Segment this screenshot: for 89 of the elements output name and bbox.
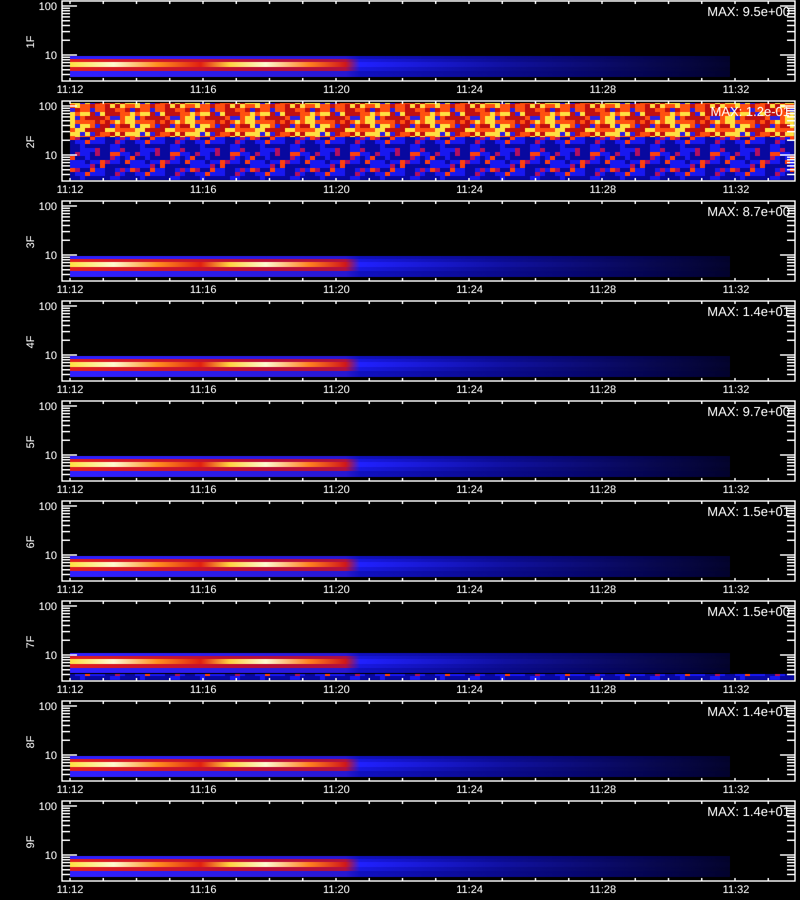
x-tick-label: 11:32 [722, 584, 750, 596]
y-tick-label: 100 [38, 301, 57, 313]
x-tick-label: 11:24 [456, 684, 483, 696]
x-tick-label: 11:16 [190, 784, 217, 796]
x-tick-label: 11:20 [323, 884, 350, 896]
x-tick-label: 11:12 [56, 84, 84, 96]
x-tick-label: 11:20 [323, 784, 350, 796]
channel-label: 5F [25, 436, 37, 448]
x-tick-label: 11:20 [323, 684, 350, 696]
x-tick-label: 11:12 [56, 384, 84, 396]
x-tick-label: 11:28 [589, 384, 616, 396]
y-tick-label: 10 [44, 250, 57, 262]
y-tick-label: 100 [38, 101, 57, 113]
y-tick-label: 100 [38, 701, 57, 713]
x-tick-label: 11:32 [722, 484, 750, 496]
x-tick-label: 11:28 [589, 784, 616, 796]
x-tick-label: 11:24 [456, 884, 483, 896]
x-tick-label: 11:12 [56, 484, 84, 496]
y-tick-label: 100 [38, 201, 57, 213]
x-tick-label: 11:28 [589, 584, 616, 596]
channel-label: 3F [25, 236, 37, 248]
x-tick-label: 11:28 [589, 484, 616, 496]
y-tick-label: 10 [44, 150, 57, 162]
channel-label: 7F [25, 636, 37, 648]
channel-label: 1F [25, 36, 37, 48]
x-tick-label: 11:16 [190, 284, 217, 296]
x-tick-label: 11:16 [190, 684, 217, 696]
x-tick-label: 11:28 [589, 184, 616, 196]
x-tick-label: 11:28 [589, 684, 616, 696]
x-tick-label: 11:32 [722, 884, 750, 896]
y-tick-label: 100 [38, 501, 57, 513]
x-tick-label: 11:28 [589, 84, 616, 96]
x-tick-label: 11:24 [456, 484, 483, 496]
x-tick-label: 11:20 [323, 184, 350, 196]
x-tick-label: 11:16 [190, 84, 217, 96]
max-value-label: MAX: 9.7e+00 [707, 404, 790, 419]
x-tick-label: 11:16 [190, 484, 217, 496]
x-tick-label: 11:12 [56, 284, 84, 296]
y-tick-label: 10 [44, 450, 57, 462]
x-tick-label: 11:24 [456, 584, 483, 596]
y-tick-label: 10 [44, 650, 57, 662]
x-tick-label: 11:24 [456, 384, 483, 396]
x-tick-label: 11:20 [323, 384, 350, 396]
y-tick-label: 10 [44, 50, 57, 62]
x-tick-label: 11:24 [456, 84, 483, 96]
max-value-label: MAX: 1.5e+00 [707, 604, 790, 619]
x-tick-label: 11:24 [456, 784, 483, 796]
max-value-label: MAX: 1.4e+01 [707, 304, 790, 319]
channel-label: 6F [25, 536, 37, 548]
max-value-label: MAX: 8.7e+00 [707, 204, 790, 219]
y-tick-label: 10 [44, 750, 57, 762]
x-tick-label: 11:20 [323, 484, 350, 496]
max-value-label: MAX: 1.5e+01 [707, 504, 790, 519]
y-tick-label: 10 [44, 550, 57, 562]
x-tick-label: 11:16 [190, 384, 217, 396]
x-tick-label: 11:20 [323, 84, 350, 96]
y-tick-label: 10 [44, 850, 57, 862]
x-tick-label: 11:16 [190, 584, 217, 596]
x-tick-label: 11:24 [456, 184, 483, 196]
x-tick-label: 11:32 [722, 84, 750, 96]
x-tick-label: 11:16 [190, 184, 217, 196]
channel-label: 2F [25, 136, 37, 148]
channel-label: 8F [25, 736, 37, 748]
x-tick-label: 11:32 [722, 784, 750, 796]
y-tick-label: 100 [38, 1, 57, 13]
y-tick-label: 100 [38, 601, 57, 613]
x-tick-label: 11:32 [722, 684, 750, 696]
y-tick-label: 100 [38, 401, 57, 413]
x-tick-label: 11:16 [190, 884, 217, 896]
x-tick-label: 11:24 [456, 284, 483, 296]
x-tick-label: 11:12 [56, 884, 84, 896]
y-tick-label: 10 [44, 350, 57, 362]
max-value-label: MAX: 9.5e+00 [707, 4, 790, 19]
x-tick-label: 11:20 [323, 284, 350, 296]
x-tick-label: 11:32 [722, 184, 750, 196]
x-tick-label: 11:12 [56, 684, 84, 696]
x-tick-label: 11:12 [56, 784, 84, 796]
x-tick-label: 11:32 [722, 284, 750, 296]
channel-label: 4F [25, 336, 37, 348]
x-tick-label: 11:20 [323, 584, 350, 596]
channel-label: 9F [25, 836, 37, 848]
max-value-label: MAX: 1.4e+01 [707, 704, 790, 719]
y-tick-label: 100 [38, 801, 57, 813]
x-tick-label: 11:28 [589, 884, 616, 896]
x-tick-label: 11:12 [56, 184, 84, 196]
max-value-label: MAX: 1.4e+01 [707, 804, 790, 819]
x-tick-label: 11:32 [722, 384, 750, 396]
x-tick-label: 11:28 [589, 284, 616, 296]
x-tick-label: 11:12 [56, 584, 84, 596]
